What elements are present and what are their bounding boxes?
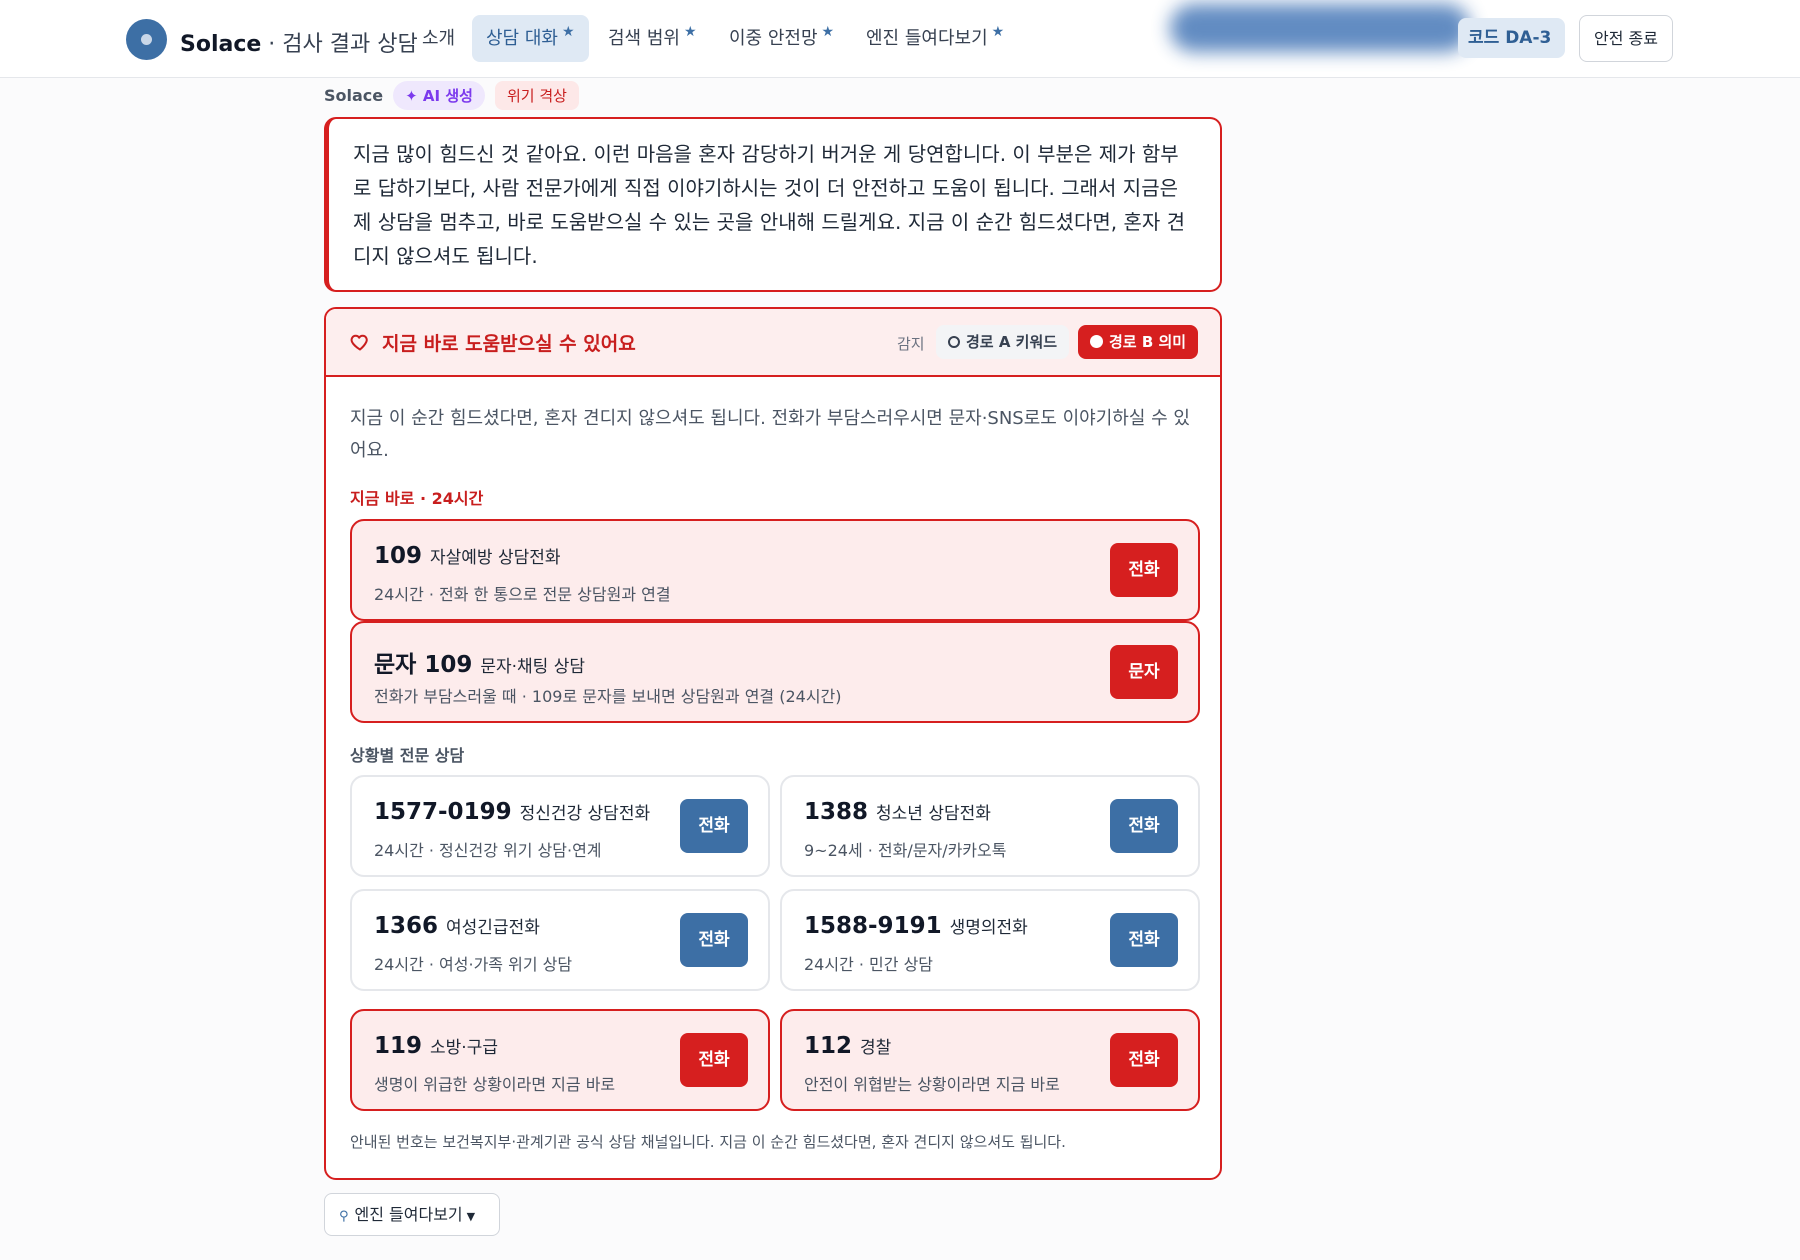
detection-label: 감지 [897, 335, 925, 353]
hotline-number: 1588-9191 생명의전화 [804, 913, 1028, 939]
call-button[interactable]: 전화 [1110, 913, 1178, 967]
dot-icon [1090, 335, 1103, 348]
nav-tab-label: 이중 안전망 [729, 28, 818, 49]
route-b-semantic-chip: 경로 B 의미 [1078, 325, 1199, 359]
hotline-description: 24시간 · 여성·가족 위기 상담 [374, 955, 573, 974]
message-header: Solace ✦ AI 생성 위기 격상 [324, 80, 579, 110]
nav-tab-intro[interactable]: 소개 [408, 15, 469, 62]
crisis-escalation-badge: 위기 격상 [494, 80, 579, 110]
hotline-card-112: 112 경찰 안전이 위협받는 상황이라면 지금 바로 전화 [780, 1009, 1200, 1111]
hotline-description: 24시간 · 민간 상담 [804, 955, 934, 974]
hotline-card-1588-9191: 1588-9191 생명의전화 24시간 · 민간 상담 전화 [780, 889, 1200, 991]
hotline-label: 생명의전화 [949, 918, 1028, 938]
nav-tab-label: 소개 [422, 28, 456, 49]
ring-icon [948, 336, 960, 348]
hotline-description: 24시간 · 전화 한 통으로 전문 상담원과 연결 [374, 585, 671, 604]
hotline-card-1366: 1366 여성긴급전화 24시간 · 여성·가족 위기 상담 전화 [350, 889, 770, 991]
hotline-label: 경찰 [860, 1038, 892, 1058]
hotline-label: 정신건강 상담전화 [519, 804, 651, 824]
heart-icon [350, 334, 368, 351]
hotline-number-text: 1588-9191 [804, 913, 942, 939]
panel-title: 지금 바로 도움받으실 수 있어요 [382, 333, 636, 355]
route-b-label: 경로 B 의미 [1109, 333, 1187, 351]
text-message-button[interactable]: 문자 [1110, 645, 1178, 699]
hotline-number-text: 1366 [374, 913, 439, 939]
hotline-description: 24시간 · 정신건강 위기 상담·연계 [374, 841, 602, 860]
brand-name: Solace [180, 32, 262, 57]
brand-separator: · [261, 32, 283, 57]
hotline-number: 1388 청소년 상담전화 [804, 799, 991, 825]
hotline-number: 문자 109 문자·채팅 상담 [374, 645, 585, 679]
hotline-number-text: 1577-0199 [374, 799, 512, 825]
nav-tab-search-scope[interactable]: 검색 범위 ★ [594, 15, 711, 62]
hotline-number-text: 112 [804, 1033, 853, 1059]
hotline-card-text-109: 문자 109 문자·채팅 상담 전화가 부담스러울 때 · 109로 문자를 보내… [350, 621, 1200, 723]
crisis-help-panel: 지금 바로 도움받으실 수 있어요 감지 경로 A 키워드 경로 B 의미 지금… [324, 307, 1222, 1180]
hotline-card-1577-0199: 1577-0199 정신건강 상담전화 24시간 · 정신건강 위기 상담·연계 … [350, 775, 770, 877]
hotline-label: 문자·채팅 상담 [480, 657, 585, 677]
call-button[interactable]: 전화 [1110, 799, 1178, 853]
top-nav-bar: Solace · 검사 결과 상담 소개 상담 대화 ★ 검색 범위 ★ 이중 안전… [0, 0, 1800, 78]
brand-subtitle: 검사 결과 상담 [282, 32, 418, 57]
call-button[interactable]: 전화 [1110, 1033, 1178, 1087]
hotline-number: 109 자살예방 상담전화 [374, 543, 561, 569]
hotline-number: 1366 여성긴급전화 [374, 913, 540, 939]
hotline-number: 112 경찰 [804, 1033, 891, 1059]
assistant-message-bubble: 지금 많이 힘드신 것 같아요. 이런 마음을 혼자 감당하기 버거운 게 당연… [324, 117, 1222, 292]
hotline-description: 생명이 위급한 상황이라면 지금 바로 [374, 1075, 616, 1094]
hotline-label: 자살예방 상담전화 [430, 548, 561, 568]
hotline-number-text: 1388 [804, 799, 869, 825]
nav-tab-label: 엔진 들여다보기 [866, 28, 988, 49]
message-sender: Solace [324, 85, 384, 105]
hotline-card-109: 109 자살예방 상담전화 24시간 · 전화 한 통으로 전문 상담원과 연결 … [350, 519, 1200, 621]
hotline-number: 119 소방·구급 [374, 1033, 498, 1059]
ai-generated-badge: ✦ AI 생성 [393, 80, 485, 110]
section-title-immediate: 지금 바로 · 24시간 [350, 489, 484, 508]
hotline-number-text: 문자 109 [374, 652, 473, 678]
route-a-keyword-chip: 경로 A 키워드 [936, 325, 1070, 359]
chevron-down-icon: ▼ [466, 1210, 476, 1223]
call-button[interactable]: 전화 [680, 1033, 748, 1087]
nav-tab-engine[interactable]: 엔진 들여다보기 ★ [852, 15, 1018, 62]
logo-icon [126, 19, 167, 60]
safe-exit-button[interactable]: 안전 종료 [1579, 15, 1673, 62]
star-icon: ★ [561, 24, 575, 40]
call-button[interactable]: 전화 [1110, 543, 1178, 597]
panel-footnote: 안내된 번호는 보건복지부·관계기관 공식 상담 채널입니다. 지금 이 순간 … [350, 1133, 1066, 1151]
hotline-number-text: 109 [374, 543, 423, 569]
panel-intro-text: 지금 이 순간 힘드셨다면, 혼자 견디지 않으셔도 됩니다. 전화가 부담스러… [350, 408, 1190, 461]
call-button[interactable]: 전화 [680, 913, 748, 967]
call-button[interactable]: 전화 [680, 799, 748, 853]
star-icon: ★ [821, 24, 835, 40]
app-title: Solace · 검사 결과 상담 [180, 26, 418, 58]
blurred-region [1170, 4, 1470, 52]
key-icon: ⚲ [339, 1209, 349, 1224]
star-icon: ★ [991, 24, 1005, 40]
hotline-label: 청소년 상담전화 [876, 804, 991, 824]
nav-tab-chat[interactable]: 상담 대화 ★ [472, 15, 589, 62]
hotline-description: 9~24세 · 전화/문자/카카오톡 [804, 841, 1007, 860]
hotline-description: 전화가 부담스러울 때 · 109로 문자를 보내면 상담원과 연결 (24시간… [374, 687, 842, 706]
hotline-label: 소방·구급 [430, 1038, 498, 1058]
panel-header: 지금 바로 도움받으실 수 있어요 감지 경로 A 키워드 경로 B 의미 [326, 309, 1220, 377]
route-a-label: 경로 A 키워드 [966, 333, 1058, 351]
engine-toggle-label: 엔진 들여다보기 [354, 1205, 463, 1224]
section-title-specialized: 상황별 전문 상담 [350, 746, 465, 765]
hotline-number: 1577-0199 정신건강 상담전화 [374, 799, 650, 825]
hotline-label: 여성긴급전화 [446, 918, 540, 938]
hotline-description: 안전이 위협받는 상황이라면 지금 바로 [804, 1075, 1060, 1094]
hotline-number-text: 119 [374, 1033, 423, 1059]
hotline-card-119: 119 소방·구급 생명이 위급한 상황이라면 지금 바로 전화 [350, 1009, 770, 1111]
nav-tab-label: 검색 범위 [608, 28, 680, 49]
hotline-card-1388: 1388 청소년 상담전화 9~24세 · 전화/문자/카카오톡 전화 [780, 775, 1200, 877]
code-badge: 코드 DA-3 [1458, 18, 1566, 58]
engine-inspect-toggle[interactable]: ⚲ 엔진 들여다보기 ▼ [324, 1193, 500, 1236]
nav-tab-safety-net[interactable]: 이중 안전망 ★ [715, 15, 848, 62]
star-icon: ★ [683, 24, 697, 40]
nav-tab-label: 상담 대화 [486, 28, 558, 49]
